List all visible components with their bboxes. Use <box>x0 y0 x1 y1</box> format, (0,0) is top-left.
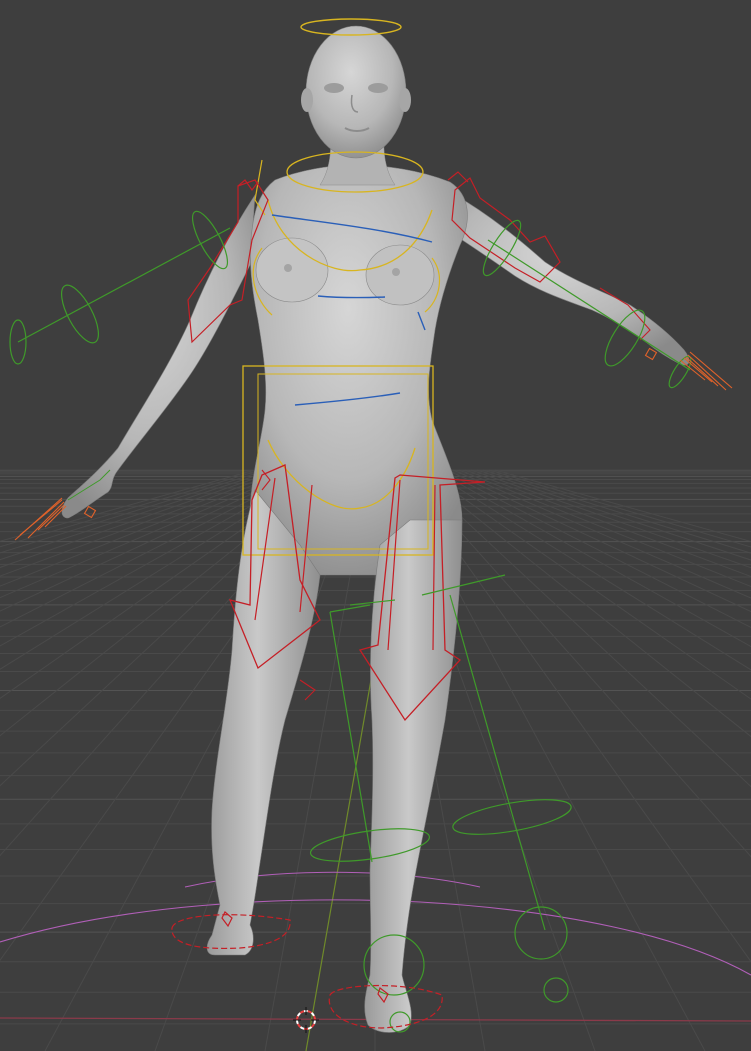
eye-right <box>368 83 388 93</box>
grid-line <box>416 469 751 738</box>
leg-right-mesh <box>364 519 463 1033</box>
viewport-scene[interactable] <box>0 0 751 1051</box>
character-mesh[interactable] <box>61 25 690 1033</box>
grid-line <box>470 469 751 569</box>
head-mesh <box>305 25 407 159</box>
grid-line <box>440 469 751 628</box>
grid-line <box>494 469 751 543</box>
3d-cursor-icon[interactable] <box>293 1007 319 1033</box>
grid-line <box>446 469 751 613</box>
nipple-left <box>284 264 292 272</box>
chest-right-mesh <box>365 244 435 306</box>
grid-line <box>488 469 751 548</box>
grid-line <box>476 469 751 561</box>
nipple-right <box>392 268 400 276</box>
grid-line <box>0 469 256 542</box>
grid-line <box>458 469 751 588</box>
3d-viewport[interactable] <box>0 0 751 1051</box>
arm-left-mesh <box>61 193 256 519</box>
ik-arm-pole-right[interactable] <box>487 239 691 371</box>
grid-line <box>482 469 751 554</box>
arm-right-mesh <box>449 194 690 366</box>
ik-leg-pole-left[interactable] <box>329 611 373 863</box>
ik-leg-pole-right[interactable] <box>449 594 546 931</box>
eye-left <box>324 83 344 93</box>
grid-line <box>464 469 751 578</box>
grid-line <box>422 469 751 700</box>
ik-leg-target-right[interactable] <box>450 793 573 841</box>
chest-left-mesh <box>255 237 329 303</box>
grid-line <box>452 469 751 599</box>
